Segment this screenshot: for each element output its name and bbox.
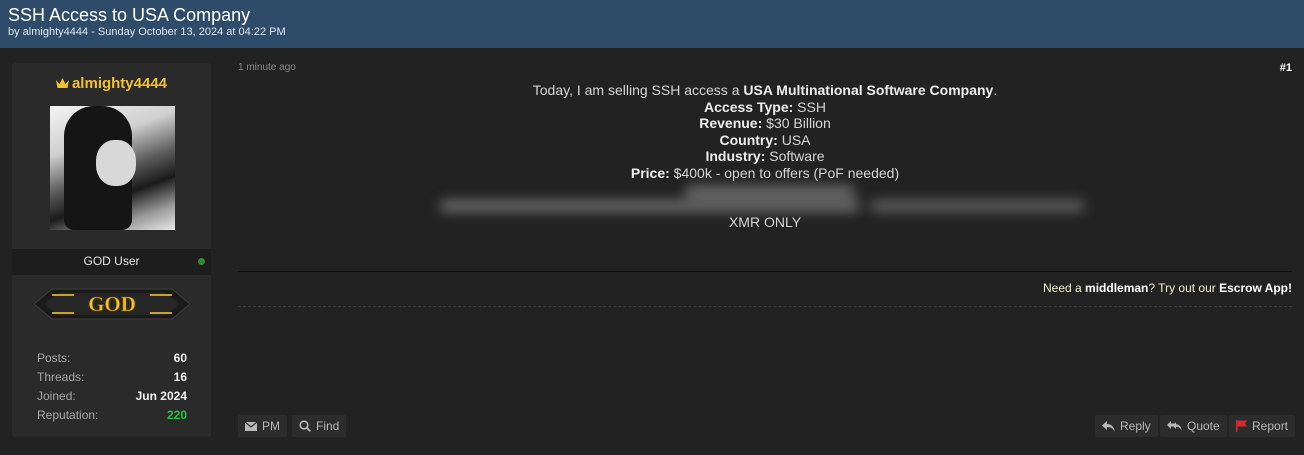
author-sidebar: almighty4444 GOD User GOD Posts: 60 Thre… (12, 63, 211, 437)
field-revenue: Revenue: $30 Billion (699, 115, 831, 131)
stat-posts: Posts: 60 (37, 351, 187, 365)
field-country: Country: USA (719, 131, 811, 148)
quote-button[interactable]: Quote (1160, 415, 1227, 437)
signature-divider (238, 271, 1292, 272)
god-badge-text: GOD (88, 292, 136, 316)
pm-button-label: PM (262, 419, 280, 433)
company-name: USA Multinational Software Company (743, 82, 994, 98)
escrow-promo: Need a middleman? Try out our Escrow App… (1043, 281, 1292, 295)
envelope-icon (245, 421, 257, 431)
quote-arrow-icon (1167, 420, 1182, 431)
reply-button[interactable]: Reply (1095, 415, 1158, 437)
reputation-value[interactable]: 220 (167, 408, 187, 422)
report-button[interactable]: Report (1229, 415, 1296, 437)
flag-icon (1236, 420, 1247, 432)
post-number-link[interactable]: #1 (1280, 62, 1292, 74)
field-price: Price: $400k - open to offers (PoF neede… (630, 164, 900, 181)
author-username-text: almighty4444 (71, 75, 168, 92)
online-status-icon (198, 258, 205, 265)
god-rank-badge: GOD (34, 288, 190, 320)
report-button-label: Report (1252, 419, 1289, 433)
rank-row: GOD User (12, 249, 211, 275)
crown-icon (55, 78, 69, 88)
post-body: Today, I am selling SSH access a USA Mul… (238, 82, 1292, 181)
stat-threads: Threads: 16 (37, 370, 187, 384)
search-icon (299, 420, 311, 432)
author-rank: GOD User (83, 254, 140, 268)
field-access-type: Access Type: SSH (704, 98, 826, 115)
author-username[interactable]: almighty4444 (12, 75, 211, 92)
thread-meta: by almighty4444 - Sunday October 13, 202… (8, 26, 286, 38)
thread-header: SSH Access to USA Company by almighty444… (0, 0, 1304, 48)
reply-arrow-icon (1102, 420, 1115, 432)
middleman-link[interactable]: middleman (1085, 281, 1148, 295)
post-time: 1 minute ago (238, 62, 296, 73)
author-avatar[interactable] (50, 106, 175, 230)
post-intro-line: Today, I am selling SSH access a USA Mul… (532, 82, 998, 98)
find-button[interactable]: Find (292, 415, 347, 437)
stat-joined: Joined: Jun 2024 (37, 389, 187, 403)
pm-button[interactable]: PM (238, 415, 287, 437)
escrow-app-link[interactable]: Escrow App! (1219, 281, 1292, 295)
stat-reputation: Reputation: 220 (37, 408, 187, 422)
xmr-only-text: XMR ONLY (728, 214, 802, 230)
quote-button-label: Quote (1187, 419, 1220, 433)
thread-title: SSH Access to USA Company (8, 5, 251, 25)
field-industry: Industry: Software (705, 148, 825, 164)
dotted-separator (238, 306, 1292, 307)
find-button-label: Find (316, 419, 340, 433)
reply-button-label: Reply (1120, 419, 1151, 433)
